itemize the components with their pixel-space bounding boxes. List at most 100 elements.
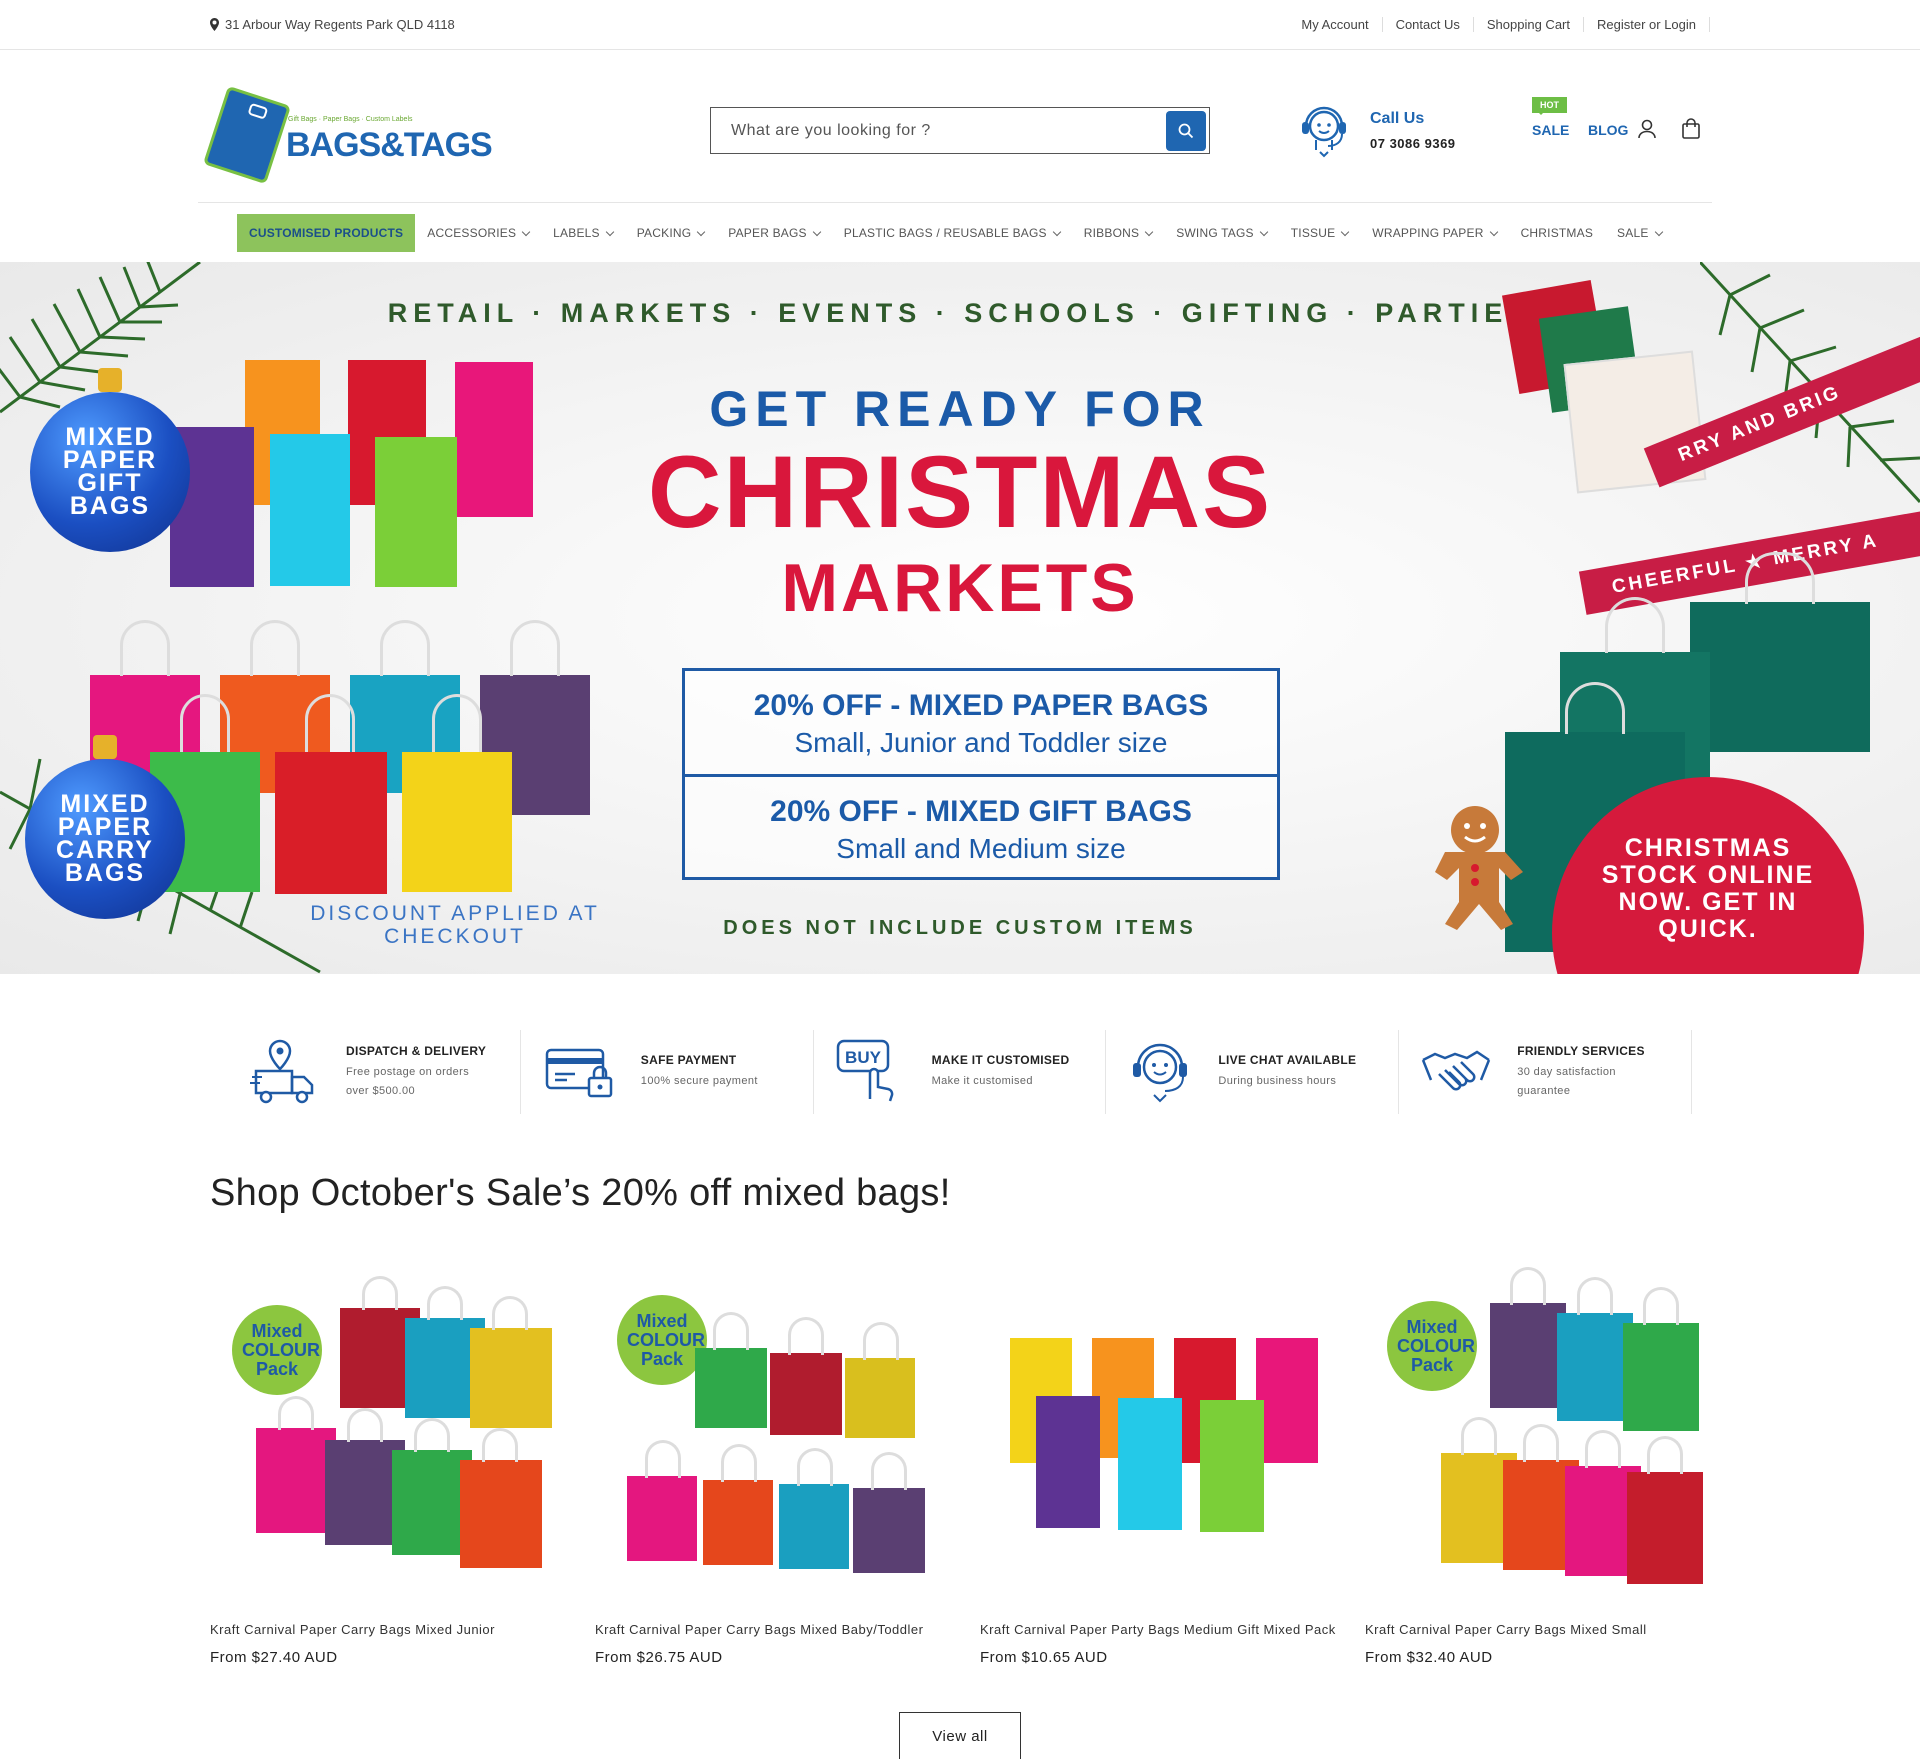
handshake-icon — [1422, 1050, 1491, 1091]
offer-gift-bags: 20% OFF - MIXED GIFT BAGS Small and Medi… — [685, 774, 1277, 877]
cart-button[interactable] — [1680, 118, 1702, 145]
nav-item-swing-tags[interactable]: SWING TAGS — [1164, 214, 1279, 252]
nav-item-label: TISSUE — [1290, 226, 1336, 240]
nav-item-ribbons[interactable]: RIBBONS — [1072, 214, 1164, 252]
product-image[interactable] — [980, 1268, 1324, 1606]
bag-handle-graphic — [1647, 1436, 1683, 1474]
site-logo[interactable]: Gift Bags · Paper Bags · Custom Labels B… — [202, 78, 493, 185]
gift-bag-graphic — [1036, 1396, 1100, 1528]
nav-item-label: SALE — [1617, 226, 1649, 240]
view-all-button[interactable]: View all — [899, 1712, 1021, 1759]
headset-icon — [1133, 1043, 1188, 1103]
product-card[interactable]: Mixed COLOUR Pack Kraft Carnival Paper C… — [1365, 1267, 1709, 1666]
map-pin-icon — [210, 18, 219, 31]
bag-graphic — [1490, 1267, 1566, 1408]
bag-handle-graphic — [432, 694, 482, 752]
gingerbread-man-graphic — [1435, 806, 1523, 930]
address-text: 31 Arbour Way Regents Park QLD 4118 — [225, 17, 455, 32]
product-name[interactable]: Kraft Carnival Paper Party Bags Medium G… — [980, 1622, 1335, 1637]
stock-note-text: CHRISTMAS STOCK ONLINE NOW. GET IN QUICK… — [1601, 834, 1815, 943]
bag-handle-graphic — [645, 1440, 681, 1478]
bag-handle-graphic — [788, 1317, 824, 1355]
shopping-bag-icon — [1682, 118, 1700, 139]
gift-bag-graphic — [1200, 1400, 1264, 1532]
feature-desc: 30 day satisfaction guarantee — [1517, 1065, 1616, 1097]
svg-text:BUY: BUY — [845, 1048, 882, 1067]
logo-tag-graphic — [202, 85, 292, 185]
account-links: My Account Contact Us Shopping Cart Regi… — [1301, 17, 1710, 32]
bag-graphic — [703, 1444, 773, 1565]
shopping-cart-link[interactable]: Shopping Cart — [1474, 17, 1584, 32]
product-name[interactable]: Kraft Carnival Paper Carry Bags Mixed Ju… — [210, 1622, 554, 1637]
nav-item-accessories[interactable]: ACCESSORIES — [415, 214, 541, 252]
bag-graphic — [256, 1396, 336, 1533]
nav-item-labels[interactable]: LABELS — [541, 214, 625, 252]
register-login-link[interactable]: Register or Login — [1584, 17, 1710, 32]
search-bar — [710, 107, 1210, 154]
nav-item-label: CHRISTMAS — [1520, 226, 1594, 240]
buy-click-icon: BUY — [836, 1039, 893, 1102]
secure-card-icon — [545, 1048, 613, 1098]
my-account-link[interactable]: My Account — [1301, 17, 1383, 32]
bag-handle-graphic — [1643, 1287, 1679, 1325]
bag-handle-graphic — [797, 1448, 833, 1486]
nav-item-tissue[interactable]: TISSUE — [1279, 214, 1361, 252]
product-card[interactable]: Mixed COLOUR Pack Kraft Carnival Paper C… — [210, 1268, 554, 1666]
bag-handle-graphic — [492, 1296, 528, 1330]
blog-link[interactable]: BLOG — [1588, 122, 1628, 138]
sale-link[interactable]: SALE — [1532, 122, 1569, 138]
product-name[interactable]: Kraft Carnival Paper Carry Bags Mixed Sm… — [1365, 1622, 1709, 1637]
bag-handle-graphic — [482, 1428, 518, 1462]
bag-graphic — [460, 1428, 542, 1568]
feature-title: FRIENDLY SERVICES — [1517, 1043, 1645, 1058]
gift-bag-graphic — [1118, 1398, 1182, 1530]
support-headset-icon — [1302, 106, 1346, 158]
contact-us-link[interactable]: Contact Us — [1383, 17, 1474, 32]
product-image[interactable]: Mixed COLOUR Pack — [595, 1268, 939, 1606]
nav-item-wrapping-paper[interactable]: WRAPPING PAPER — [1360, 214, 1508, 252]
feature-make-it-customised: BUY MAKE IT CUSTOMISED Make it customise… — [814, 1030, 1107, 1114]
call-us-block[interactable]: Call Us 07 3086 9369 — [1296, 100, 1456, 160]
nav-item-label: LABELS — [553, 226, 600, 240]
bag-graphic — [770, 1317, 842, 1435]
nav-item-sale[interactable]: SALE — [1605, 214, 1674, 252]
account-button[interactable] — [1636, 118, 1658, 145]
mixed-colour-pack-badge: Mixed COLOUR Pack — [617, 1295, 707, 1385]
search-input[interactable] — [711, 108, 1166, 153]
nav-item-customised-products[interactable]: CUSTOMISED PRODUCTS — [237, 214, 416, 252]
bag-handle-graphic — [414, 1418, 450, 1452]
hero-banner[interactable]: MIXED PAPER GIFT BAGS MIXED PAPER CARRY … — [0, 262, 1920, 974]
nav-item-label: ACCESSORIES — [427, 226, 517, 240]
nav-item-plastic-bags[interactable]: PLASTIC BAGS / REUSABLE BAGS — [832, 214, 1072, 252]
section-title: Shop October's Sale’s 20% off mixed bags… — [210, 1172, 951, 1214]
chevron-down-icon — [1489, 227, 1498, 236]
product-price: From $26.75 AUD — [595, 1649, 723, 1666]
bag-handle-graphic — [250, 620, 300, 676]
product-grid: Mixed COLOUR Pack Kraft Carnival Paper C… — [210, 1267, 1710, 1666]
product-image[interactable]: Mixed COLOUR Pack — [210, 1268, 554, 1606]
product-image[interactable]: Mixed COLOUR Pack — [1365, 1267, 1709, 1606]
search-button[interactable] — [1166, 110, 1206, 151]
bag-handle-graphic — [1510, 1267, 1546, 1305]
chevron-down-icon — [1259, 227, 1268, 236]
bag-graphic — [1623, 1287, 1699, 1431]
product-card[interactable]: Mixed COLOUR Pack Kraft Carnival Paper C… — [595, 1268, 939, 1666]
features-bar: DISPATCH & DELIVERY Free postage on orde… — [228, 1030, 1692, 1114]
nav-item-paper-bags[interactable]: PAPER BAGS — [716, 214, 831, 252]
bag-handle-graphic — [1605, 597, 1665, 653]
bag-handle-graphic — [1577, 1277, 1613, 1315]
main-navigation: CUSTOMISED PRODUCTS ACCESSORIES LABELS P… — [198, 202, 1712, 262]
christmas-carry-bag-graphic — [1690, 552, 1870, 752]
bag-graphic — [853, 1452, 925, 1573]
feature-title: DISPATCH & DELIVERY — [346, 1043, 487, 1058]
feature-dispatch-delivery: DISPATCH & DELIVERY Free postage on orde… — [228, 1030, 521, 1114]
badge-text: Mixed COLOUR Pack — [1397, 1316, 1475, 1375]
product-name[interactable]: Kraft Carnival Paper Carry Bags Mixed Ba… — [595, 1622, 939, 1637]
bag-handle-graphic — [721, 1444, 757, 1482]
nav-item-christmas[interactable]: CHRISTMAS — [1509, 214, 1605, 252]
chevron-down-icon — [1654, 227, 1663, 236]
bag-handle-graphic — [305, 694, 355, 752]
bag-handle-graphic — [278, 1396, 314, 1430]
product-card[interactable]: Kraft Carnival Paper Party Bags Medium G… — [980, 1268, 1335, 1666]
nav-item-packing[interactable]: PACKING — [625, 214, 717, 252]
